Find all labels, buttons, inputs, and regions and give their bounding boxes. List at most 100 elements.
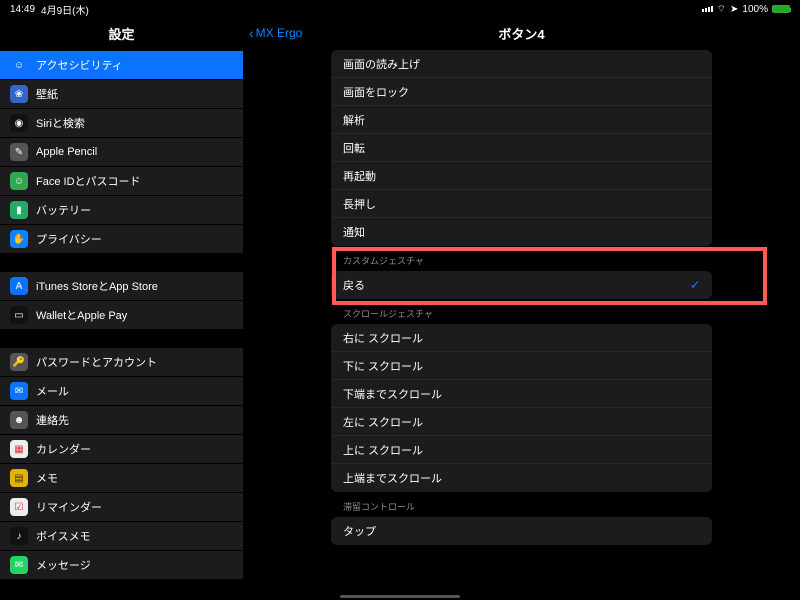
- battery-settings-icon: ▮: [10, 201, 28, 219]
- wallet-icon: ▭: [10, 306, 28, 324]
- sidebar-item-faceid[interactable]: ☺Face IDとパスコード: [0, 167, 243, 196]
- sidebar-group-1: ☺ アクセシビリティ ❀ 壁紙 ◉ Siriと検索 ✎ Apple Pencil ☺F…: [0, 51, 243, 254]
- sidebar-item-label: カレンダー: [36, 441, 91, 457]
- option-cell-back-gesture[interactable]: 戻る ✓: [331, 271, 712, 299]
- sidebar-item-mail[interactable]: ✉メール: [0, 377, 243, 406]
- option-label: 右に スクロール: [343, 330, 423, 346]
- sidebar-item-voicememos[interactable]: ♪ ボイスメモ: [0, 522, 243, 551]
- sidebar-item-contacts[interactable]: ☻ 連絡先: [0, 406, 243, 435]
- sidebar-item-label: バッテリー: [36, 202, 91, 218]
- sidebar-item-label: Apple Pencil: [36, 146, 97, 158]
- sidebar-item-label: 連絡先: [36, 412, 69, 428]
- contacts-icon: ☻: [10, 411, 28, 429]
- option-cell[interactable]: 下に スクロール: [331, 352, 712, 380]
- option-cell[interactable]: 上端までスクロール: [331, 464, 712, 492]
- option-cell[interactable]: 通知: [331, 218, 712, 246]
- option-cell[interactable]: 長押し: [331, 190, 712, 218]
- option-cell[interactable]: 左に スクロール: [331, 408, 712, 436]
- sidebar-item-accessibility[interactable]: ☺ アクセシビリティ: [0, 51, 243, 80]
- option-cell[interactable]: 画面の読み上げ: [331, 50, 712, 78]
- page-title: ボタン4: [243, 24, 800, 43]
- option-label: 上に スクロール: [343, 442, 423, 458]
- detail-pane: ‹ MX Ergo ボタン4 画面の読み上げ 画面をロック 解析 回転 再起動 …: [243, 18, 800, 600]
- option-label: 上端までスクロール: [343, 470, 442, 486]
- option-cell[interactable]: タップ: [331, 517, 712, 545]
- sidebar-item-label: アクセシビリティ: [36, 57, 123, 73]
- sidebar-item-wallet[interactable]: ▭ WalletとApple Pay: [0, 301, 243, 330]
- option-cell[interactable]: 回転: [331, 134, 712, 162]
- reminders-icon: ☑: [10, 498, 28, 516]
- checkmark-icon: ✓: [690, 278, 700, 292]
- option-label: 下端までスクロール: [343, 386, 442, 402]
- sidebar-item-label: メモ: [36, 470, 58, 486]
- option-cell[interactable]: 下端までスクロール: [331, 380, 712, 408]
- option-cell[interactable]: 解析: [331, 106, 712, 134]
- sidebar-item-calendar[interactable]: ▦カレンダー: [0, 435, 243, 464]
- status-date: 4月9日(木): [41, 2, 89, 17]
- section-header-scroll: スクロールジェスチャ: [243, 299, 800, 324]
- option-cell[interactable]: 右に スクロール: [331, 324, 712, 352]
- section-header-dwell: 滞留コントロール: [243, 492, 800, 517]
- sidebar-item-label: メッセージ: [36, 557, 91, 573]
- option-label: タップ: [343, 523, 376, 539]
- sidebar-item-label: パスワードとアカウント: [36, 354, 157, 370]
- option-cell[interactable]: 画面をロック: [331, 78, 712, 106]
- option-label: 長押し: [343, 196, 376, 212]
- wallpaper-icon: ❀: [10, 85, 28, 103]
- chevron-left-icon: ‹: [249, 26, 254, 40]
- battery-icon: [772, 5, 790, 13]
- battery-percent: 100%: [742, 4, 768, 15]
- sidebar-item-label: プライバシー: [36, 231, 102, 247]
- options-group-0: 画面の読み上げ 画面をロック 解析 回転 再起動 長押し 通知: [331, 50, 712, 246]
- accessibility-icon: ☺: [10, 56, 28, 74]
- sidebar-item-label: Siriと検索: [36, 115, 85, 131]
- sidebar-item-siri[interactable]: ◉ Siriと検索: [0, 109, 243, 138]
- back-button[interactable]: ‹ MX Ergo: [243, 26, 302, 40]
- option-label: 画面をロック: [343, 84, 409, 100]
- status-time: 14:49: [10, 4, 35, 15]
- sidebar-item-wallpaper[interactable]: ❀ 壁紙: [0, 80, 243, 109]
- option-label: 戻る: [343, 277, 365, 293]
- sidebar-item-label: iTunes StoreとApp Store: [36, 278, 158, 294]
- sidebar: 設定 ☺ アクセシビリティ ❀壁紙 ◉Siriと検索 ✎Apple Pencil…: [0, 18, 243, 600]
- option-label: 解析: [343, 112, 365, 128]
- messages-icon: ✉: [10, 556, 28, 574]
- option-label: 左に スクロール: [343, 414, 423, 430]
- sidebar-item-label: 壁紙: [36, 86, 58, 102]
- sidebar-item-label: WalletとApple Pay: [36, 307, 127, 323]
- sidebar-item-privacy[interactable]: ✋ プライバシー: [0, 225, 243, 254]
- sidebar-item-pencil[interactable]: ✎ Apple Pencil: [0, 138, 243, 167]
- sidebar-item-label: ボイスメモ: [36, 528, 91, 544]
- notes-icon: ▤: [10, 469, 28, 487]
- option-label: 再起動: [343, 168, 376, 184]
- sidebar-item-battery[interactable]: ▮ バッテリー: [0, 196, 243, 225]
- key-icon: 🔑: [10, 353, 28, 371]
- option-label: 通知: [343, 224, 365, 240]
- faceid-icon: ☺: [10, 172, 28, 190]
- sidebar-group-2: AiTunes StoreとApp Store ▭ WalletとApple Pa…: [0, 272, 243, 330]
- status-right: ⌔ ➤ 100%: [702, 3, 790, 16]
- wifi-icon: ⌔: [717, 3, 726, 16]
- siri-icon: ◉: [10, 114, 28, 132]
- options-group-custom: 戻る ✓: [331, 271, 712, 299]
- sidebar-group-3: 🔑 パスワードとアカウント ✉メール ☻ 連絡先 ▦カレンダー ▤ メモ ☑ リマインダ…: [0, 348, 243, 580]
- sidebar-item-passwords[interactable]: 🔑 パスワードとアカウント: [0, 348, 243, 377]
- status-bar: 14:49 4月9日(木) ⌔ ➤ 100%: [0, 0, 800, 18]
- pencil-icon: ✎: [10, 143, 28, 161]
- option-cell[interactable]: 再起動: [331, 162, 712, 190]
- option-label: 下に スクロール: [343, 358, 423, 374]
- option-cell[interactable]: 上に スクロール: [331, 436, 712, 464]
- navbar: ‹ MX Ergo ボタン4: [243, 18, 800, 48]
- sidebar-item-messages[interactable]: ✉ メッセージ: [0, 551, 243, 580]
- mail-icon: ✉: [10, 382, 28, 400]
- voicememos-icon: ♪: [10, 527, 28, 545]
- sidebar-item-notes[interactable]: ▤ メモ: [0, 464, 243, 493]
- appstore-icon: A: [10, 277, 28, 295]
- sidebar-item-reminders[interactable]: ☑ リマインダー: [0, 493, 243, 522]
- options-group-dwell: タップ: [331, 517, 712, 545]
- home-indicator[interactable]: [340, 595, 460, 598]
- options-group-scroll: 右に スクロール 下に スクロール 下端までスクロール 左に スクロール 上に …: [331, 324, 712, 492]
- sidebar-item-itunes[interactable]: AiTunes StoreとApp Store: [0, 272, 243, 301]
- privacy-icon: ✋: [10, 230, 28, 248]
- sidebar-item-label: リマインダー: [36, 499, 102, 515]
